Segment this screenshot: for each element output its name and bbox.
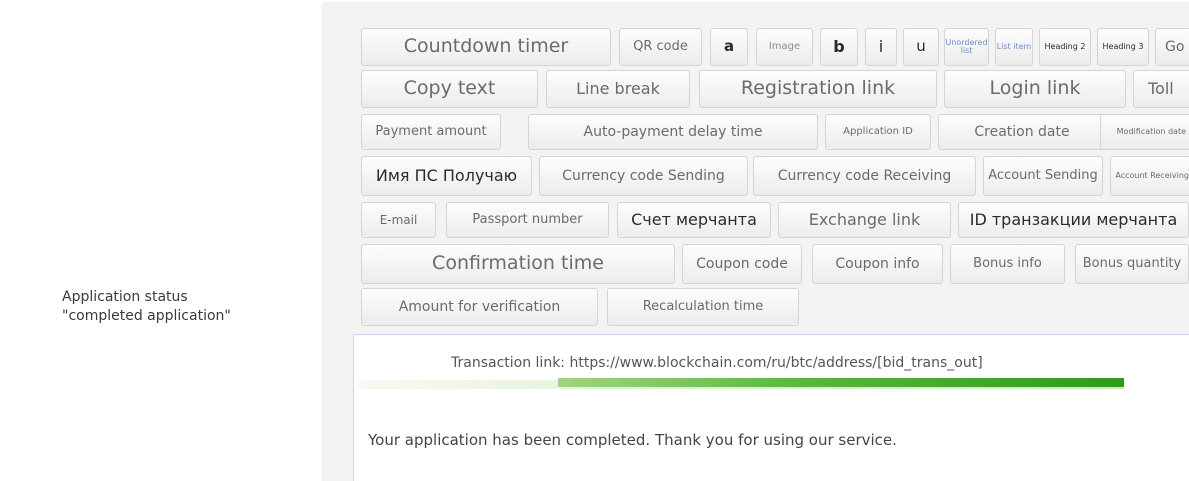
- confirmation-time-button[interactable]: Confirmation time: [361, 244, 675, 284]
- message-editor[interactable]: Transaction link: https://www.blockchain…: [353, 334, 1189, 481]
- payment-amount-button[interactable]: Payment amount: [361, 114, 501, 150]
- copy-text-button[interactable]: Copy text: [361, 70, 538, 108]
- recalculation-time-button[interactable]: Recalculation time: [607, 288, 799, 326]
- go-button[interactable]: Go: [1155, 28, 1189, 66]
- email-button[interactable]: E-mail: [361, 202, 436, 238]
- qr-code-button[interactable]: QR code: [619, 28, 702, 66]
- exchange-link-button[interactable]: Exchange link: [778, 202, 951, 238]
- account-sending-button[interactable]: Account Sending: [983, 156, 1103, 196]
- passport-number-button[interactable]: Passport number: [446, 202, 609, 238]
- coupon-code-button[interactable]: Coupon code: [682, 244, 802, 284]
- unordered-list-button[interactable]: Unordered list: [944, 28, 989, 66]
- toll-button[interactable]: Toll: [1133, 70, 1189, 108]
- heading-3-button[interactable]: Heading 3: [1097, 28, 1149, 66]
- auto-payment-delay-button[interactable]: Auto-payment delay time: [528, 114, 818, 150]
- link-a-button[interactable]: a: [710, 28, 748, 66]
- countdown-timer-button[interactable]: Countdown timer: [361, 28, 611, 66]
- coupon-info-button[interactable]: Coupon info: [812, 244, 943, 284]
- template-status-label: Application status "completed applicatio…: [62, 288, 231, 326]
- bonus-info-button[interactable]: Bonus info: [950, 244, 1065, 284]
- ps-name-receive-button[interactable]: Имя ПС Получаю: [361, 156, 532, 196]
- merchant-account-button[interactable]: Счет мерчанта: [617, 202, 771, 238]
- image-button[interactable]: Image: [756, 28, 813, 66]
- italic-button[interactable]: i: [865, 28, 897, 66]
- transaction-link-text: Transaction link: https://www.blockchain…: [451, 355, 983, 371]
- currency-code-sending-button[interactable]: Currency code Sending: [539, 156, 748, 196]
- completion-message: Your application has been completed. Tha…: [368, 431, 897, 449]
- registration-link-button[interactable]: Registration link: [699, 70, 937, 108]
- status-label-line1: Application status: [62, 289, 188, 305]
- login-link-button[interactable]: Login link: [944, 70, 1126, 108]
- bold-button[interactable]: b: [820, 28, 858, 66]
- heading-2-button[interactable]: Heading 2: [1039, 28, 1091, 66]
- application-id-button[interactable]: Application ID: [825, 114, 931, 150]
- currency-code-receiving-button[interactable]: Currency code Receiving: [753, 156, 976, 196]
- account-receiving-button[interactable]: Account Receiving: [1110, 156, 1189, 196]
- merchant-transaction-id-button[interactable]: ID транзакции мерчанта: [958, 202, 1189, 238]
- amount-for-verification-button[interactable]: Amount for verification: [361, 288, 598, 326]
- underline-button[interactable]: u: [903, 28, 939, 66]
- line-break-button[interactable]: Line break: [546, 70, 690, 108]
- modification-date-button[interactable]: Modification date: [1100, 114, 1189, 150]
- template-editor-panel: Countdown timer QR code a Image b i u Un…: [322, 2, 1189, 481]
- status-label-line2: "completed application": [62, 308, 231, 324]
- creation-date-button[interactable]: Creation date: [938, 114, 1106, 150]
- list-item-button[interactable]: List item: [995, 28, 1033, 66]
- link-underline-green: [558, 378, 1124, 387]
- bonus-quantity-button[interactable]: Bonus quantity: [1075, 244, 1189, 284]
